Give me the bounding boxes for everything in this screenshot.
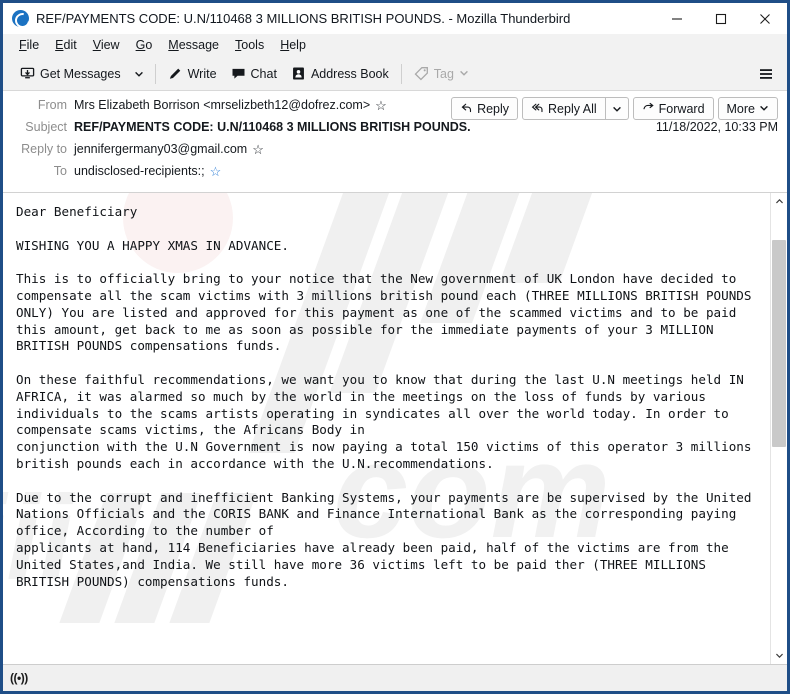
message-header: Reply Reply All Forward More From Mrs El…	[3, 91, 787, 193]
chat-button[interactable]: Chat	[224, 63, 284, 84]
reply-to-value-wrap: jennifergermany03@gmail.com ☆	[74, 142, 778, 156]
to-value-wrap: undisclosed-recipients:; ☆	[74, 164, 778, 178]
scroll-down-arrow-icon[interactable]	[771, 647, 787, 664]
get-messages-label: Get Messages	[40, 66, 121, 81]
to-star-icon[interactable]: ☆	[210, 165, 222, 178]
vertical-scrollbar[interactable]	[770, 193, 787, 664]
scrollbar-track[interactable]	[771, 210, 787, 647]
reply-all-dropdown[interactable]	[605, 97, 629, 120]
subject-label: Subject	[25, 120, 67, 134]
body-paragraph: This is to officially bring to your noti…	[16, 271, 760, 354]
body-paragraph: Due to the corrupt and inefficient Banki…	[16, 489, 752, 589]
tag-chevron-down-icon[interactable]	[459, 67, 469, 81]
reply-all-label: Reply All	[548, 101, 597, 116]
status-bar: ((•))	[3, 665, 787, 691]
address-book-button[interactable]: Address Book	[284, 63, 396, 84]
body-paragraph: Dear Beneficiary	[16, 204, 138, 219]
from-star-icon[interactable]: ☆	[375, 99, 387, 112]
message-pane: iii com Dear Beneficiary WISHING YOU A H…	[3, 193, 787, 665]
write-label: Write	[187, 66, 217, 81]
address-book-label: Address Book	[310, 66, 389, 81]
menu-message[interactable]: Message	[160, 36, 227, 54]
more-label: More	[726, 101, 755, 116]
scroll-up-arrow-icon[interactable]	[771, 193, 787, 210]
pencil-icon	[168, 66, 183, 81]
forward-arrow-icon	[642, 101, 655, 117]
menu-go[interactable]: Go	[128, 36, 161, 54]
message-actions: Reply Reply All Forward More	[451, 97, 778, 120]
more-button[interactable]: More	[717, 97, 778, 120]
toolbar-separator	[154, 63, 156, 84]
chat-bubble-icon	[231, 66, 246, 81]
tag-icon	[414, 66, 429, 81]
app-menu-button[interactable]	[751, 63, 781, 85]
more-chevron-down-icon	[759, 102, 769, 116]
address-book-icon	[291, 66, 306, 81]
header-row-subject: Subject REF/PAYMENTS CODE: U.N/110468 3 …	[12, 120, 778, 140]
menu-help[interactable]: Help	[272, 36, 314, 54]
body-paragraph: WISHING YOU A HAPPY XMAS IN ADVANCE.	[16, 237, 289, 253]
download-mail-icon	[20, 66, 35, 81]
minimize-button[interactable]	[655, 5, 699, 33]
header-row-to: To undisclosed-recipients:; ☆	[12, 164, 778, 184]
window-title: REF/PAYMENTS CODE: U.N/110468 3 MILLIONS…	[36, 11, 571, 26]
body-paragraph: On these faithful recommendations, we wa…	[16, 371, 752, 471]
forward-label: Forward	[658, 101, 705, 116]
to-label: To	[53, 164, 67, 178]
reply-label: Reply	[477, 101, 510, 116]
hamburger-menu-icon	[758, 66, 774, 82]
close-button[interactable]	[743, 5, 787, 33]
message-body: iii com Dear Beneficiary WISHING YOU A H…	[3, 193, 770, 664]
reply-arrow-icon	[460, 101, 473, 117]
thunderbird-icon	[12, 10, 29, 27]
header-row-reply-to: Reply to jennifergermany03@gmail.com ☆	[12, 142, 778, 162]
thunderbird-window: REF/PAYMENTS CODE: U.N/110468 3 MILLIONS…	[0, 0, 790, 694]
get-messages-button[interactable]: Get Messages	[13, 63, 128, 84]
chat-label: Chat	[250, 66, 277, 81]
message-date: 11/18/2022, 10:33 PM	[655, 120, 778, 134]
to-value[interactable]: undisclosed-recipients:;	[74, 164, 205, 178]
get-messages-dropdown[interactable]	[128, 66, 150, 82]
menu-edit[interactable]: Edit	[47, 36, 85, 54]
reply-all-button[interactable]: Reply All	[522, 97, 606, 120]
from-label: From	[37, 98, 67, 112]
maximize-button[interactable]	[699, 5, 743, 33]
main-toolbar: Get Messages Write Chat Address Book Tag	[3, 57, 787, 91]
subject-value: REF/PAYMENTS CODE: U.N/110468 3 MILLIONS…	[74, 120, 471, 134]
reply-to-value[interactable]: jennifergermany03@gmail.com	[74, 142, 247, 156]
menu-file[interactable]: File	[11, 36, 47, 54]
from-value[interactable]: Mrs Elizabeth Borrison <mrselizbeth12@do…	[74, 98, 370, 112]
menu-tools[interactable]: Tools	[227, 36, 272, 54]
reply-to-label: Reply to	[21, 142, 67, 156]
menu-bar: File Edit View Go Message Tools Help	[3, 34, 787, 57]
reply-button[interactable]: Reply	[451, 97, 519, 120]
title-bar: REF/PAYMENTS CODE: U.N/110468 3 MILLIONS…	[3, 3, 787, 34]
scrollbar-thumb[interactable]	[772, 240, 786, 447]
forward-button[interactable]: Forward	[632, 97, 714, 120]
tag-label: Tag	[433, 66, 454, 81]
write-button[interactable]: Write	[161, 63, 224, 84]
reply-all-arrow-icon	[531, 101, 544, 117]
menu-view[interactable]: View	[85, 36, 128, 54]
toolbar-separator-2	[400, 63, 402, 84]
reply-to-star-icon[interactable]: ☆	[252, 143, 264, 156]
tag-button[interactable]: Tag	[407, 63, 476, 84]
broadcast-icon[interactable]: ((•))	[10, 671, 28, 685]
reply-all-group: Reply All	[522, 97, 629, 120]
